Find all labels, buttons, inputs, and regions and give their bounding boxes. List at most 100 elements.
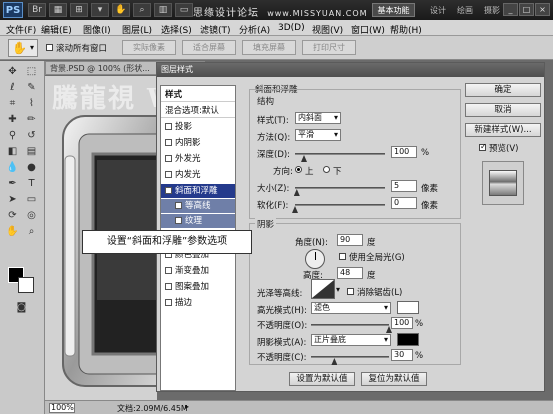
close-button[interactable]: × — [535, 3, 550, 16]
shadow-opacity-input[interactable]: 30 — [391, 349, 413, 361]
highlight-color-swatch[interactable] — [397, 301, 419, 314]
zoom-tool-icon[interactable]: ⌕ — [23, 225, 40, 239]
texture-checkbox[interactable] — [175, 217, 182, 224]
menu-help[interactable]: 帮助(H) — [390, 23, 422, 36]
menu-layer[interactable]: 图层(L) — [122, 23, 152, 36]
healing-brush-tool-icon[interactable]: ✚ — [4, 113, 21, 127]
eraser-tool-icon[interactable]: ◧ — [4, 145, 21, 159]
zoom-field[interactable]: 100% — [49, 403, 75, 413]
bevel-emboss-checkbox[interactable] — [165, 187, 172, 194]
shadow-mode-select[interactable]: 正片叠底 — [311, 334, 391, 346]
arrange-documents-icon[interactable]: ▥ — [154, 3, 172, 17]
contour-checkbox[interactable] — [175, 202, 182, 209]
quick-select-tool-icon[interactable]: ✎ — [23, 81, 40, 95]
reset-default-button[interactable]: 复位为默认值 — [361, 372, 427, 386]
drop-shadow-checkbox[interactable] — [165, 123, 172, 130]
cancel-button[interactable]: 取消 — [465, 103, 541, 117]
outer-glow-checkbox[interactable] — [165, 155, 172, 162]
menu-select[interactable]: 选择(S) — [161, 23, 192, 36]
move-tool-icon[interactable]: ✥ — [4, 65, 21, 79]
style-inner-glow[interactable]: 内发光 — [161, 168, 235, 182]
soften-slider[interactable] — [295, 204, 385, 206]
clone-stamp-tool-icon[interactable]: ⚲ — [4, 129, 21, 143]
workspace-design-tab[interactable]: 设计 — [430, 5, 446, 16]
style-inner-shadow[interactable]: 内阴影 — [161, 136, 235, 150]
technique-select[interactable]: 平滑 — [295, 129, 341, 141]
pen-tool-icon[interactable]: ✒ — [4, 177, 21, 191]
style-pattern-overlay[interactable]: 图案叠加 — [161, 280, 235, 294]
shadow-color-swatch[interactable] — [397, 333, 419, 346]
blur-tool-icon[interactable]: 💧 — [4, 161, 21, 175]
quick-mask-icon[interactable]: ◙ — [13, 301, 30, 315]
menu-edit[interactable]: 编辑(E) — [41, 23, 72, 36]
minimize-button[interactable]: _ — [503, 3, 518, 16]
workspace-basic-button[interactable]: 基本功能 — [372, 3, 415, 17]
blending-options-item[interactable]: 混合选项:默认 — [161, 104, 235, 118]
history-brush-tool-icon[interactable]: ↺ — [23, 129, 40, 143]
size-input[interactable]: 5 — [391, 180, 417, 192]
highlight-mode-select[interactable]: 滤色 — [311, 302, 391, 314]
crop-tool-icon[interactable]: ⌗ — [4, 97, 21, 111]
style-drop-shadow[interactable]: 投影 — [161, 120, 235, 134]
chevron-down-icon[interactable]: ▾ — [336, 285, 340, 294]
direction-up-radio[interactable] — [295, 166, 302, 173]
menu-analysis[interactable]: 分析(A) — [239, 23, 270, 36]
highlight-opacity-slider[interactable] — [311, 324, 389, 326]
gradient-overlay-checkbox[interactable] — [165, 267, 172, 274]
zoom-icon[interactable]: ⌕ — [133, 3, 151, 17]
gloss-contour-picker[interactable] — [311, 279, 335, 299]
tool-preset-picker[interactable]: ✋ ▾ — [8, 39, 38, 57]
maximize-button[interactable]: □ — [519, 3, 534, 16]
workspace-photo-tab[interactable]: 摄影 — [484, 5, 500, 16]
new-style-button[interactable]: 新建样式(W)... — [465, 123, 541, 137]
style-list-header[interactable]: 样式 — [161, 88, 235, 102]
brush-tool-icon[interactable]: ✏ — [23, 113, 40, 127]
fit-screen-button[interactable]: 适合屏幕 — [182, 40, 236, 55]
hand-icon[interactable]: ✋ — [112, 3, 130, 17]
eyedropper-tool-icon[interactable]: ⌇ — [23, 97, 40, 111]
menu-3d[interactable]: 3D(D) — [278, 23, 305, 33]
view-extras-icon[interactable]: ⊞ — [70, 3, 88, 17]
preview-checkbox[interactable]: ✓ — [479, 142, 487, 151]
direction-down-radio[interactable] — [323, 166, 330, 173]
inner-shadow-checkbox[interactable] — [165, 139, 172, 146]
global-light-checkbox[interactable] — [339, 253, 346, 260]
status-menu-arrow-icon[interactable]: ▸ — [185, 402, 189, 411]
style-stroke[interactable]: 描边 — [161, 296, 235, 310]
inner-glow-checkbox[interactable] — [165, 171, 172, 178]
style-outer-glow[interactable]: 外发光 — [161, 152, 235, 166]
ok-button[interactable]: 确定 — [465, 83, 541, 97]
highlight-opacity-input[interactable]: 100 — [391, 317, 413, 329]
style-texture[interactable]: 纹理 — [161, 214, 235, 228]
style-contour[interactable]: 等高线 — [161, 199, 235, 213]
pattern-overlay-checkbox[interactable] — [165, 283, 172, 290]
marquee-tool-icon[interactable]: ⬚ — [23, 65, 40, 79]
workspace-paint-tab[interactable]: 绘画 — [457, 5, 473, 16]
scroll-all-windows-checkbox[interactable] — [46, 44, 53, 51]
bridge-icon[interactable]: Br — [28, 3, 46, 17]
depth-input[interactable]: 100 — [391, 146, 417, 158]
shape-tool-icon[interactable]: ▭ — [23, 193, 40, 207]
hand-tool-icon[interactable]: ✋ — [4, 225, 21, 239]
path-select-tool-icon[interactable]: ➤ — [4, 193, 21, 207]
screen-mode-icon[interactable]: ▭ — [175, 3, 193, 17]
bevel-style-select[interactable]: 内斜面 — [295, 112, 341, 124]
3d-rotate-tool-icon[interactable]: ⟳ — [4, 209, 21, 223]
menu-filter[interactable]: 滤镜(T) — [200, 23, 231, 36]
menu-window[interactable]: 窗口(W) — [351, 23, 385, 36]
fill-screen-button[interactable]: 填充屏幕 — [242, 40, 296, 55]
angle-input[interactable]: 90 — [337, 234, 363, 246]
shadow-opacity-slider[interactable] — [311, 356, 389, 358]
lasso-tool-icon[interactable]: ℓ — [4, 81, 21, 95]
stroke-checkbox[interactable] — [165, 299, 172, 306]
actual-pixels-button[interactable]: 实际像素 — [122, 40, 176, 55]
menu-file[interactable]: 文件(F) — [6, 23, 36, 36]
background-color-swatch[interactable] — [18, 277, 34, 293]
style-bevel-emboss[interactable]: 斜面和浮雕 — [161, 184, 235, 198]
anti-aliased-checkbox[interactable] — [347, 288, 354, 295]
3d-camera-tool-icon[interactable]: ◎ — [23, 209, 40, 223]
soften-input[interactable]: 0 — [391, 197, 417, 209]
size-slider[interactable] — [295, 187, 385, 189]
document-info[interactable]: 文档:2.09M/6.45M — [117, 403, 188, 414]
altitude-input[interactable]: 48 — [337, 267, 363, 279]
